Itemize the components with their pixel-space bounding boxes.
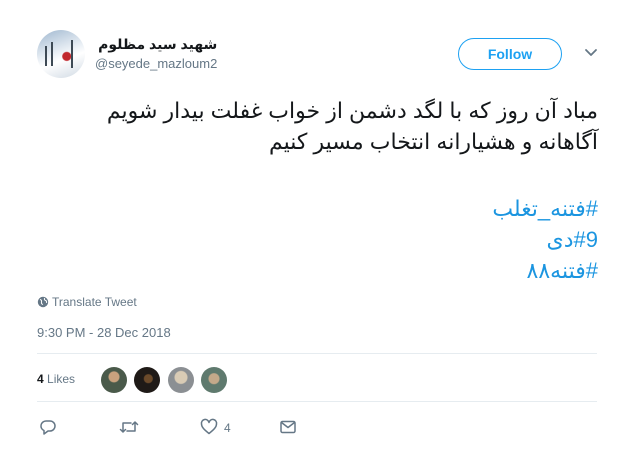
heart-icon [200,418,218,435]
tweet-header: شهید سید مظلوم @seyede_mazloum2 Follow [37,30,604,82]
tweet-text: مباد آن روز که با لگد دشمن از خواب غفلت … [38,95,598,157]
divider [37,401,597,402]
retweet-icon [119,421,139,433]
tweet-text-line: آگاهانه و هشیارانه انتخاب مسیر کنیم [269,129,598,154]
hashtag-link[interactable]: #فتنه۸۸ [492,255,598,286]
likes-count[interactable]: 4 Likes [37,372,75,386]
tweet-text-line: مباد آن روز که با لگد دشمن از خواب غفلت … [106,98,598,123]
user-info[interactable]: شهید سید مظلوم @seyede_mazloum2 [95,35,217,73]
liker-avatar[interactable] [134,367,161,393]
user-handle[interactable]: @seyede_mazloum2 [95,55,217,73]
likes-label[interactable]: Likes [47,372,75,386]
chevron-down-icon[interactable] [583,44,599,60]
globe-icon [37,296,49,308]
liker-avatar[interactable] [167,367,194,393]
display-name[interactable]: شهید سید مظلوم [95,35,217,53]
liker-avatar[interactable] [201,367,228,393]
envelope-icon [280,420,296,434]
likes-number[interactable]: 4 [37,372,44,386]
hashtag-link[interactable]: #9دی [492,224,598,255]
reply-icon [40,420,56,435]
likers-avatars [101,367,230,398]
follow-button[interactable]: Follow [458,38,562,70]
hashtag-list: #فتنه_تغلب #9دی #فتنه۸۸ [492,193,598,286]
translate-label[interactable]: Translate Tweet [52,295,137,309]
tweet-timestamp[interactable]: 9:30 PM - 28 Dec 2018 [37,325,171,340]
divider [37,353,597,354]
liker-avatar[interactable] [101,367,127,393]
avatar[interactable] [37,30,85,78]
like-count: 4 [224,421,231,435]
hashtag-link[interactable]: #فتنه_تغلب [492,193,598,224]
tweet-card: شهید سید مظلوم @seyede_mazloum2 Follow م… [0,0,634,461]
translate-tweet-link[interactable]: Translate Tweet [37,295,137,309]
